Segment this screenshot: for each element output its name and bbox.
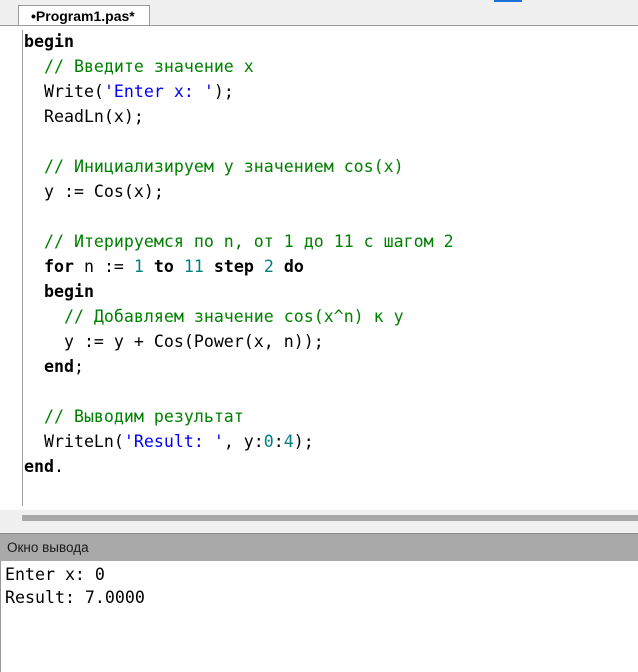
code-token: ); bbox=[213, 82, 234, 101]
output-text: Enter x: 0 Result: 7.0000 bbox=[5, 563, 145, 609]
code-token: 1 bbox=[133, 257, 144, 276]
code-token: n := bbox=[73, 257, 134, 276]
code-line[interactable] bbox=[24, 204, 454, 229]
code-token: to bbox=[153, 257, 174, 276]
output-window[interactable]: Enter x: 0 Result: 7.0000 bbox=[0, 561, 638, 672]
code-token: Write( bbox=[24, 82, 104, 101]
code-line[interactable]: // Инициализируем y значением cos(x) bbox=[24, 154, 454, 179]
code-line[interactable]: end; bbox=[24, 354, 454, 379]
editor-gutter-line bbox=[22, 30, 23, 506]
code-line[interactable]: Write('Enter x: '); bbox=[24, 79, 454, 104]
code-token: begin bbox=[24, 32, 74, 51]
code-line[interactable] bbox=[24, 129, 454, 154]
code-line[interactable]: end. bbox=[24, 454, 454, 479]
code-token: y := y + Cos(Power(x, n)); bbox=[24, 332, 324, 351]
pascalabc-window: •Program1.pas* begin // Введите значение… bbox=[0, 0, 638, 672]
code-token: ReadLn(x); bbox=[24, 107, 144, 126]
code-token: y := Cos(x); bbox=[24, 182, 164, 201]
tab-bar: •Program1.pas* bbox=[0, 0, 638, 26]
code-token: 2 bbox=[263, 257, 274, 276]
code-token: end bbox=[43, 357, 74, 376]
horizontal-scrollbar-thumb[interactable] bbox=[22, 515, 638, 521]
code-token: 0 bbox=[263, 432, 274, 451]
code-line[interactable]: ReadLn(x); bbox=[24, 104, 454, 129]
code-token: . bbox=[53, 457, 64, 476]
code-token: // Введите значение x bbox=[24, 57, 254, 76]
code-line[interactable]: begin bbox=[24, 279, 454, 304]
code-line[interactable]: for n := 1 to 11 step 2 do bbox=[24, 254, 454, 279]
code-line[interactable]: begin bbox=[24, 29, 454, 54]
code-line[interactable]: y := Cos(x); bbox=[24, 179, 454, 204]
code-token: 11 bbox=[183, 257, 204, 276]
code-token: WriteLn( bbox=[24, 432, 124, 451]
code-token: // Добавляем значение cos(x^n) к y bbox=[24, 307, 404, 326]
code-token: , y: bbox=[223, 432, 264, 451]
output-line: Enter x: 0 bbox=[5, 565, 105, 584]
code-token: 4 bbox=[283, 432, 294, 451]
code-token: // Инициализируем y значением cos(x) bbox=[24, 157, 404, 176]
code-token: ; bbox=[73, 357, 84, 376]
output-line: Result: 7.0000 bbox=[5, 588, 145, 607]
tab-bar-accent bbox=[494, 0, 522, 2]
code-line[interactable]: y := y + Cos(Power(x, n)); bbox=[24, 329, 454, 354]
tab-program1[interactable]: •Program1.pas* bbox=[18, 5, 150, 26]
output-window-header: Окно вывода bbox=[0, 533, 638, 561]
code-token: do bbox=[283, 257, 304, 276]
code-token: 'Result: ' bbox=[123, 432, 224, 451]
code-token: : bbox=[273, 432, 284, 451]
code-token: step bbox=[213, 257, 254, 276]
code-token: for bbox=[43, 257, 74, 276]
code-line[interactable]: // Итерируемся по n, от 1 до 11 с шагом … bbox=[24, 229, 454, 254]
code-token: // Итерируемся по n, от 1 до 11 с шагом … bbox=[24, 232, 454, 251]
code-line[interactable]: // Введите значение x bbox=[24, 54, 454, 79]
code-token: 'Enter x: ' bbox=[103, 82, 214, 101]
code-line[interactable] bbox=[24, 379, 454, 404]
code-token: begin bbox=[43, 282, 94, 301]
code-text[interactable]: begin // Введите значение x Write('Enter… bbox=[24, 29, 454, 479]
code-token: // Выводим результат bbox=[24, 407, 244, 426]
code-line[interactable]: WriteLn('Result: ', y:0:4); bbox=[24, 429, 454, 454]
code-editor[interactable]: begin // Введите значение x Write('Enter… bbox=[0, 26, 638, 510]
code-token: ); bbox=[293, 432, 314, 451]
code-line[interactable]: // Выводим результат bbox=[24, 404, 454, 429]
code-line[interactable]: // Добавляем значение cos(x^n) к y bbox=[24, 304, 454, 329]
code-token: end bbox=[24, 457, 54, 476]
